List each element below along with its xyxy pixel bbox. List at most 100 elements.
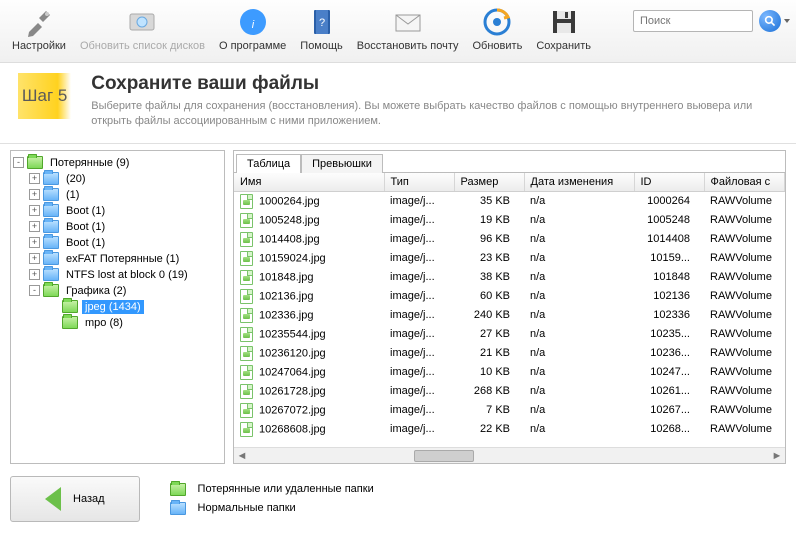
step-title: Сохраните ваши файлы <box>91 73 778 95</box>
folder-green-icon <box>43 284 59 297</box>
table-row[interactable]: 101848.jpgimage/j...38 KBn/a101848RAWVol… <box>234 268 785 287</box>
horizontal-scrollbar[interactable]: ◄ ► <box>234 447 785 463</box>
expand-icon[interactable]: + <box>29 237 40 248</box>
disk-icon <box>126 6 158 38</box>
image-file-icon <box>240 289 253 304</box>
collapse-icon[interactable]: - <box>29 285 40 296</box>
save-button[interactable]: Сохранить <box>530 4 597 54</box>
tree-item-label[interactable]: Потерянные (9) <box>47 156 132 170</box>
search-button[interactable] <box>759 10 781 32</box>
image-file-icon <box>240 213 253 228</box>
legend: Потерянные или удаленные папки Нормальны… <box>170 483 374 515</box>
svg-text:?: ? <box>318 17 324 29</box>
image-file-icon <box>240 384 253 399</box>
expand-icon[interactable]: + <box>29 253 40 264</box>
table-row[interactable]: 10268608.jpgimage/j...22 KBn/a10268...RA… <box>234 420 785 439</box>
tree-item-label[interactable]: Boot (1) <box>63 220 108 234</box>
tree-item[interactable]: + exFAT Потерянные (1) <box>29 251 191 267</box>
file-grid[interactable]: Имя Тип Размер Дата изменения ID Файлова… <box>234 172 785 447</box>
tree-item-label[interactable]: mpo (8) <box>82 316 126 330</box>
tree-item[interactable]: + Boot (1) <box>29 219 191 235</box>
folder-green-icon <box>62 300 78 313</box>
refresh-button[interactable]: Обновить <box>467 4 529 54</box>
col-type[interactable]: Тип <box>384 173 454 192</box>
tree-item-label[interactable]: (1) <box>63 188 82 202</box>
tree-item-label[interactable]: (20) <box>63 172 89 186</box>
folder-green-icon <box>27 156 43 169</box>
table-row[interactable]: 1005248.jpgimage/j...19 KBn/a1005248RAWV… <box>234 211 785 230</box>
tree-item[interactable]: - Потерянные (9) <box>13 155 222 171</box>
image-file-icon <box>240 327 253 342</box>
tree-item[interactable]: + NTFS lost at block 0 (19) <box>29 267 191 283</box>
search-dropdown-icon[interactable] <box>784 19 790 23</box>
expand-icon[interactable]: + <box>29 205 40 216</box>
refresh-disks-button[interactable]: Обновить список дисков <box>74 4 211 54</box>
image-file-icon <box>240 403 253 418</box>
expand-icon[interactable]: + <box>29 173 40 184</box>
search-input[interactable] <box>633 10 753 32</box>
table-row[interactable]: 10159024.jpgimage/j...23 KBn/a10159...RA… <box>234 249 785 268</box>
scroll-left-icon[interactable]: ◄ <box>234 448 250 464</box>
col-date[interactable]: Дата изменения <box>524 173 634 192</box>
tree-item[interactable]: mpo (8) <box>45 315 144 331</box>
scroll-right-icon[interactable]: ► <box>769 448 785 464</box>
tree-item-label[interactable]: Графика (2) <box>63 284 129 298</box>
tree-item-label[interactable]: jpeg (1434) <box>82 300 144 314</box>
col-name[interactable]: Имя <box>234 173 384 192</box>
scroll-thumb[interactable] <box>414 450 474 462</box>
tree-item[interactable]: + (1) <box>29 187 191 203</box>
table-row[interactable]: 10236120.jpgimage/j...21 KBn/a10236...RA… <box>234 344 785 363</box>
tab-thumbs[interactable]: Превьюшки <box>301 154 383 173</box>
help-button[interactable]: ? Помощь <box>294 4 349 54</box>
wrench-icon <box>23 6 55 38</box>
table-row[interactable]: 10247064.jpgimage/j...10 KBn/a10247...RA… <box>234 363 785 382</box>
image-file-icon <box>240 270 253 285</box>
table-row[interactable]: 10261728.jpgimage/j...268 KBn/a10261...R… <box>234 382 785 401</box>
collapse-icon[interactable]: - <box>13 157 24 168</box>
folder-blue-icon <box>43 172 59 185</box>
settings-button[interactable]: Настройки <box>6 4 72 54</box>
folder-blue-icon <box>43 204 59 217</box>
refresh-icon <box>481 6 513 38</box>
folder-green-icon <box>170 483 186 496</box>
folder-blue-icon <box>170 502 186 515</box>
folder-blue-icon <box>43 268 59 281</box>
tree-item[interactable]: - Графика (2) <box>29 283 191 299</box>
tree-item[interactable]: jpeg (1434) <box>45 299 144 315</box>
recover-mail-button[interactable]: Восстановить почту <box>351 4 465 54</box>
folder-tree[interactable]: -Потерянные (9)+ (20)+ (1)+Boot (1)+Boot… <box>10 150 225 464</box>
table-row[interactable]: 1000264.jpgimage/j...35 KBn/a1000264RAWV… <box>234 191 785 211</box>
image-file-icon <box>240 308 253 323</box>
table-row[interactable]: 10235544.jpgimage/j...27 KBn/a10235...RA… <box>234 325 785 344</box>
col-size[interactable]: Размер <box>454 173 524 192</box>
mail-icon <box>392 6 424 38</box>
tree-spacer <box>45 317 59 328</box>
file-list-pane: Таблица Превьюшки Имя Тип Размер Дата из… <box>233 150 786 464</box>
expand-icon[interactable]: + <box>29 221 40 232</box>
step-badge: Шаг 5 <box>18 73 71 119</box>
image-file-icon <box>240 422 253 437</box>
about-button[interactable]: i О программе <box>213 4 292 54</box>
folder-blue-icon <box>43 188 59 201</box>
tree-item[interactable]: + (20) <box>29 171 191 187</box>
col-fs[interactable]: Файловая с <box>704 173 785 192</box>
expand-icon[interactable]: + <box>29 189 40 200</box>
tree-item[interactable]: + Boot (1) <box>29 235 191 251</box>
table-row[interactable]: 102336.jpgimage/j...240 KBn/a102336RAWVo… <box>234 306 785 325</box>
tree-item-label[interactable]: exFAT Потерянные (1) <box>63 252 182 266</box>
arrow-left-icon <box>45 487 61 511</box>
tree-item[interactable]: + Boot (1) <box>29 203 191 219</box>
tree-item-label[interactable]: Boot (1) <box>63 236 108 250</box>
folder-blue-icon <box>43 252 59 265</box>
image-file-icon <box>240 346 253 361</box>
tree-item-label[interactable]: Boot (1) <box>63 204 108 218</box>
col-id[interactable]: ID <box>634 173 704 192</box>
table-row[interactable]: 10267072.jpgimage/j...7 KBn/a10267...RAW… <box>234 401 785 420</box>
table-row[interactable]: 102136.jpgimage/j...60 KBn/a102136RAWVol… <box>234 287 785 306</box>
table-row[interactable]: 1014408.jpgimage/j...96 KBn/a1014408RAWV… <box>234 230 785 249</box>
folder-green-icon <box>62 316 78 329</box>
expand-icon[interactable]: + <box>29 269 40 280</box>
tree-item-label[interactable]: NTFS lost at block 0 (19) <box>63 268 191 282</box>
back-button[interactable]: Назад <box>10 476 140 522</box>
tab-table[interactable]: Таблица <box>236 154 301 173</box>
